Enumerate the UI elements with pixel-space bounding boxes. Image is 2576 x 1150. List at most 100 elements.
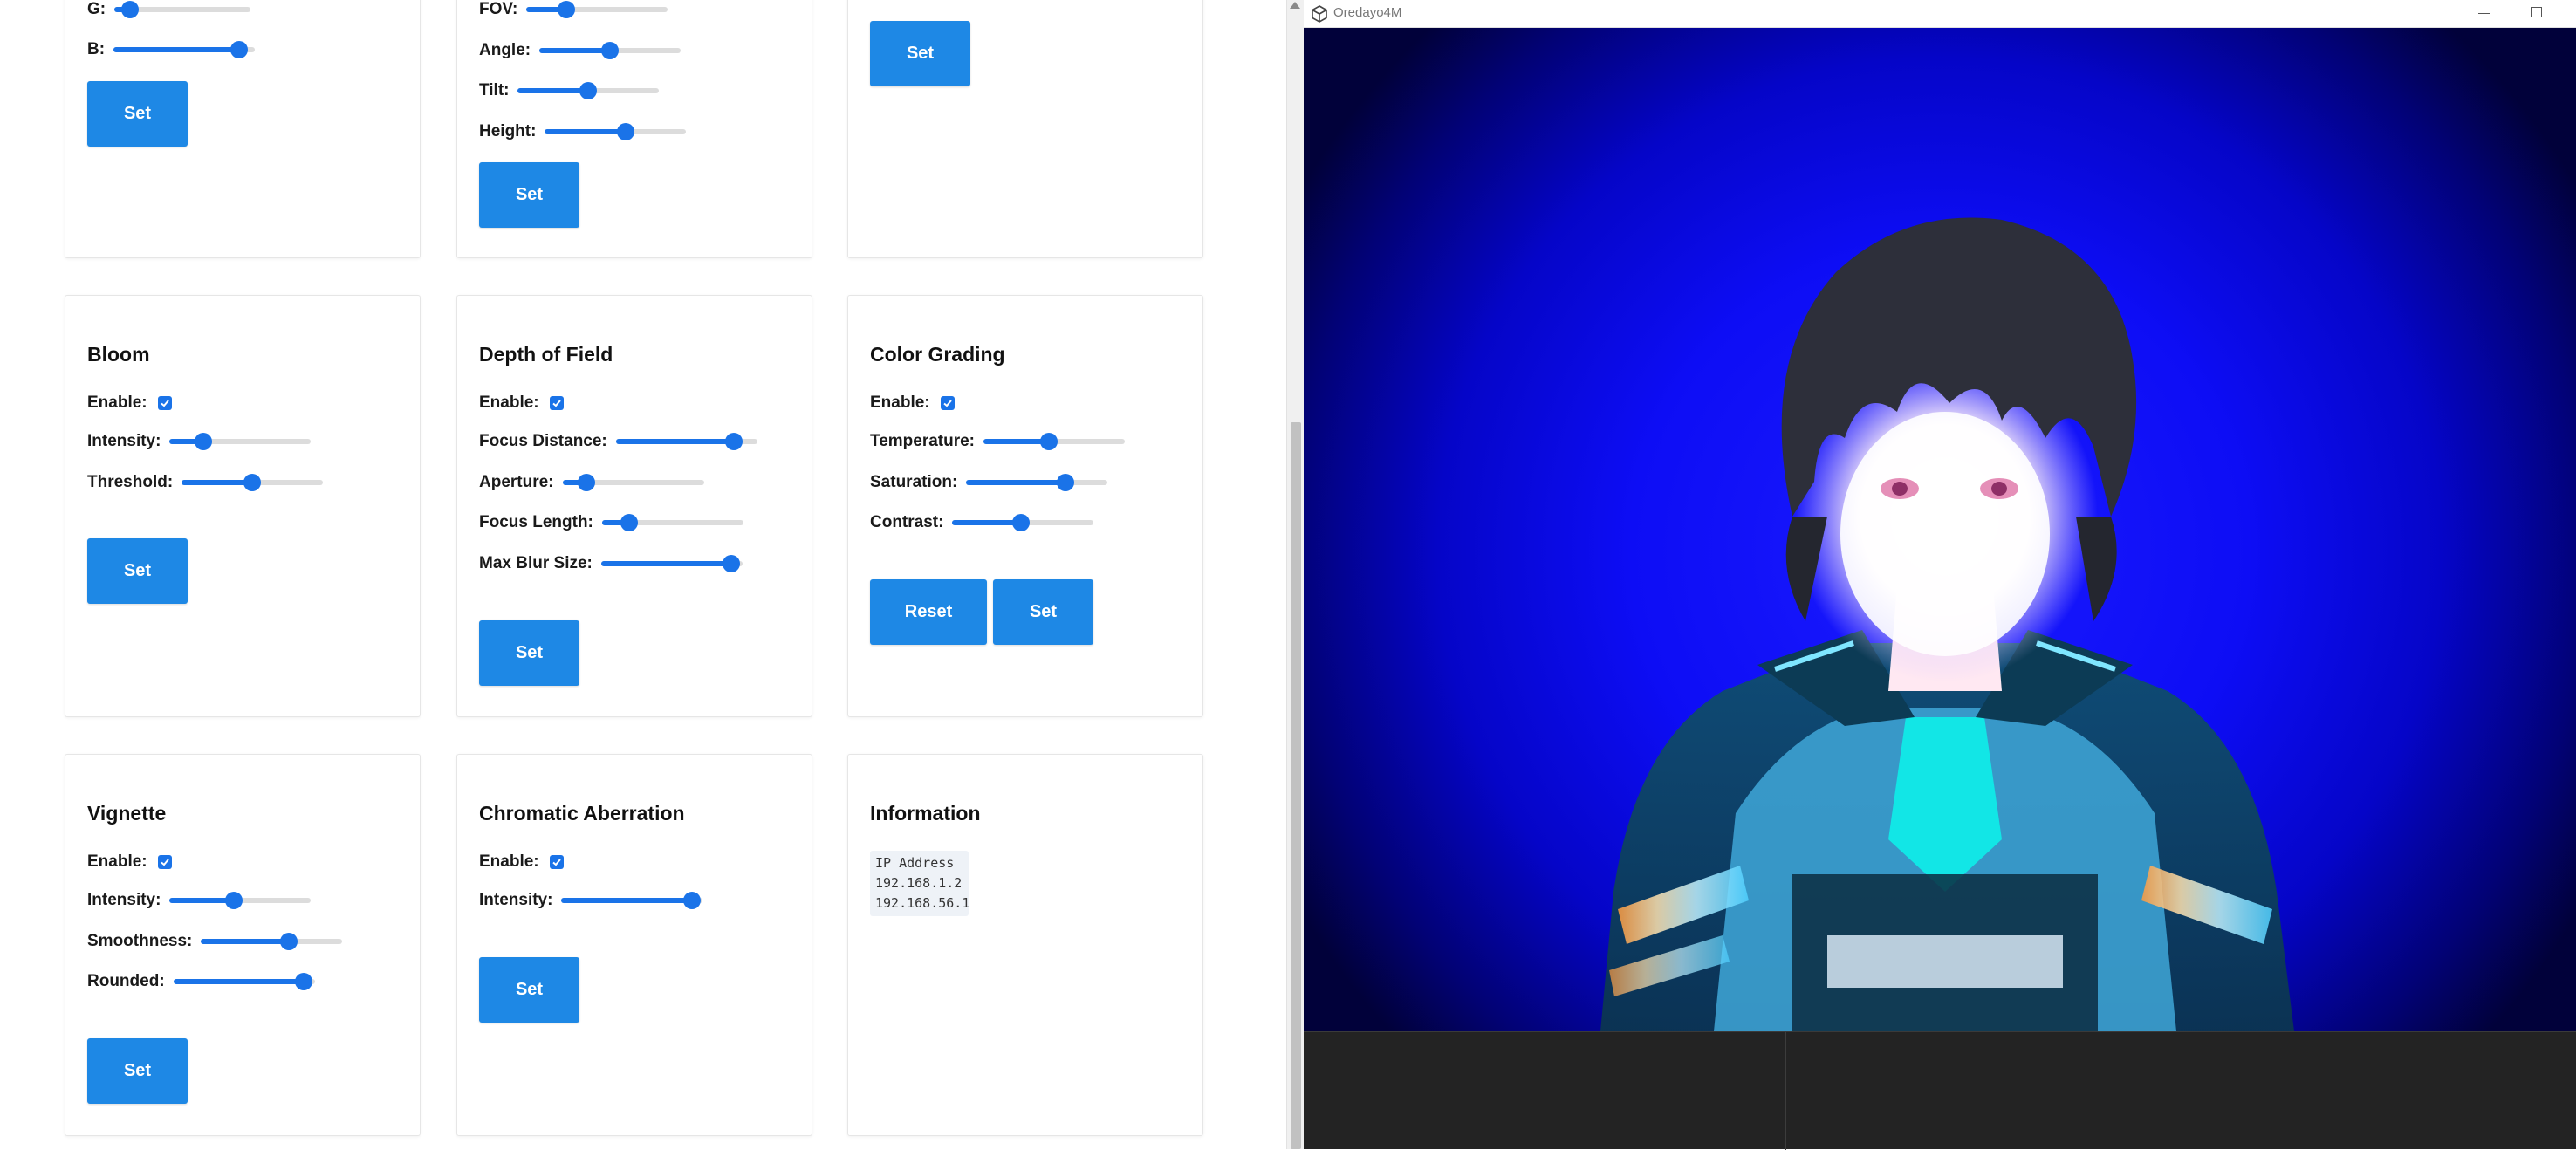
set-button[interactable]: Set	[870, 21, 970, 86]
enable-checkbox[interactable]	[940, 396, 955, 410]
slider-fill	[539, 48, 611, 53]
angle-slider[interactable]	[539, 42, 682, 59]
enable-checkbox[interactable]	[157, 855, 172, 869]
slider-fill	[615, 439, 734, 444]
ip-address-line: 192.168.56.1	[875, 895, 970, 911]
chromatic-aberration-card: Chromatic Aberration Enable: Intensity: …	[456, 754, 812, 1136]
card-title: Chromatic Aberration	[479, 802, 685, 825]
set-button[interactable]: Set	[479, 957, 579, 1023]
slider-label: Intensity:	[87, 432, 161, 450]
slider-thumb[interactable]	[280, 933, 298, 950]
set-button[interactable]: Set	[87, 538, 188, 604]
slider-thumb[interactable]	[194, 433, 212, 450]
slider-row-angle: Angle:	[479, 40, 682, 61]
unity-logo-icon	[1312, 5, 1327, 23]
slider-row-focus-distance: Focus Distance:	[479, 431, 757, 452]
enable-row: Enable:	[479, 852, 564, 873]
slider-thumb[interactable]	[1011, 514, 1030, 531]
enable-checkbox[interactable]	[157, 396, 172, 410]
set-button[interactable]: Set	[479, 620, 579, 686]
intensity-slider[interactable]	[169, 433, 312, 450]
rounded-slider[interactable]	[173, 973, 315, 990]
maximize-icon[interactable]	[2531, 7, 2542, 17]
slider-row-max-blur-size: Max Blur Size:	[479, 553, 743, 574]
slider-thumb[interactable]	[723, 555, 741, 572]
aperture-slider[interactable]	[562, 474, 704, 491]
slider-row-tilt: Tilt:	[479, 80, 660, 101]
slider-thumb[interactable]	[243, 474, 262, 491]
intensity-slider[interactable]	[169, 892, 312, 909]
ip-address-line: 192.168.1.2	[875, 875, 963, 891]
set-button[interactable]: Set	[87, 1038, 188, 1104]
slider-label: B:	[87, 40, 106, 58]
tilt-slider[interactable]	[517, 82, 660, 99]
avatar-render	[1600, 217, 2294, 1031]
slider-label: Tilt:	[479, 81, 510, 99]
focus-distance-slider[interactable]	[615, 433, 757, 450]
slider-row-fov: FOV:	[479, 0, 668, 20]
slider-label: Max Blur Size:	[479, 554, 593, 572]
slider-label: FOV:	[479, 0, 518, 18]
slider-thumb[interactable]	[577, 474, 595, 491]
slider-row-saturation: Saturation:	[870, 472, 1108, 493]
slider-thumb[interactable]	[620, 514, 639, 531]
slider-row-intensity: Intensity:	[479, 890, 703, 911]
focus-length-slider[interactable]	[601, 514, 743, 531]
slider-thumb[interactable]	[121, 1, 140, 18]
slider-fill	[983, 439, 1050, 444]
window-titlebar[interactable]: Oredayo4M	[1304, 0, 2576, 28]
enable-label: Enable:	[87, 394, 147, 412]
g-slider[interactable]	[114, 1, 251, 18]
slider-label: Aperture:	[479, 473, 554, 491]
unity-window: Oredayo4M	[1304, 0, 2576, 1150]
slider-thumb[interactable]	[230, 41, 248, 58]
slider-label: Rounded:	[87, 972, 165, 990]
threshold-slider[interactable]	[182, 474, 324, 491]
enable-checkbox[interactable]	[549, 855, 564, 869]
slider-thumb[interactable]	[1056, 474, 1074, 491]
scrollbar[interactable]	[1286, 0, 1304, 1149]
slider-row-focus-length: Focus Length:	[479, 512, 743, 533]
slider-thumb[interactable]	[294, 973, 312, 990]
enable-row: Enable:	[479, 393, 564, 414]
minimize-icon[interactable]	[2478, 13, 2490, 14]
enable-checkbox[interactable]	[549, 396, 564, 410]
height-slider[interactable]	[545, 123, 687, 140]
game-viewport[interactable]	[1304, 28, 2576, 1031]
bottom-panel	[1304, 1031, 2576, 1150]
set-button[interactable]: Set	[993, 579, 1093, 645]
reset-button[interactable]: Reset	[870, 579, 987, 645]
slider-thumb[interactable]	[682, 892, 701, 909]
saturation-slider[interactable]	[966, 474, 1108, 491]
temperature-slider[interactable]	[983, 433, 1126, 450]
smoothness-slider[interactable]	[201, 933, 343, 950]
slider-thumb[interactable]	[557, 1, 575, 18]
slider-thumb[interactable]	[724, 433, 743, 450]
slider-fill	[966, 480, 1065, 485]
slider-fill	[600, 561, 732, 566]
enable-label: Enable:	[870, 394, 930, 412]
enable-label: Enable:	[479, 852, 539, 871]
slider-thumb[interactable]	[601, 42, 620, 59]
set-button[interactable]: Set	[87, 81, 188, 147]
scroll-up-arrow-icon[interactable]	[1290, 2, 1300, 9]
b-slider[interactable]	[113, 41, 256, 58]
slider-label: Focus Length:	[479, 513, 593, 531]
contrast-slider[interactable]	[952, 514, 1094, 531]
color-card: G: B: Set	[65, 0, 421, 258]
slider-fill	[545, 129, 626, 134]
max-blur-size-slider[interactable]	[600, 555, 743, 572]
slider-row-rounded: Rounded:	[87, 971, 315, 992]
fov-slider[interactable]	[526, 1, 668, 18]
scrollbar-thumb[interactable]	[1291, 422, 1301, 1149]
slider-thumb[interactable]	[1040, 433, 1058, 450]
slider-label: Height:	[479, 122, 537, 140]
slider-label: Threshold:	[87, 473, 174, 491]
ip-address-heading: IP Address	[875, 855, 955, 871]
slider-thumb[interactable]	[579, 82, 598, 99]
set-button[interactable]: Set	[479, 162, 579, 228]
slider-thumb[interactable]	[225, 892, 243, 909]
slider-fill	[561, 898, 692, 903]
slider-thumb[interactable]	[616, 123, 634, 140]
intensity-slider[interactable]	[561, 892, 703, 909]
